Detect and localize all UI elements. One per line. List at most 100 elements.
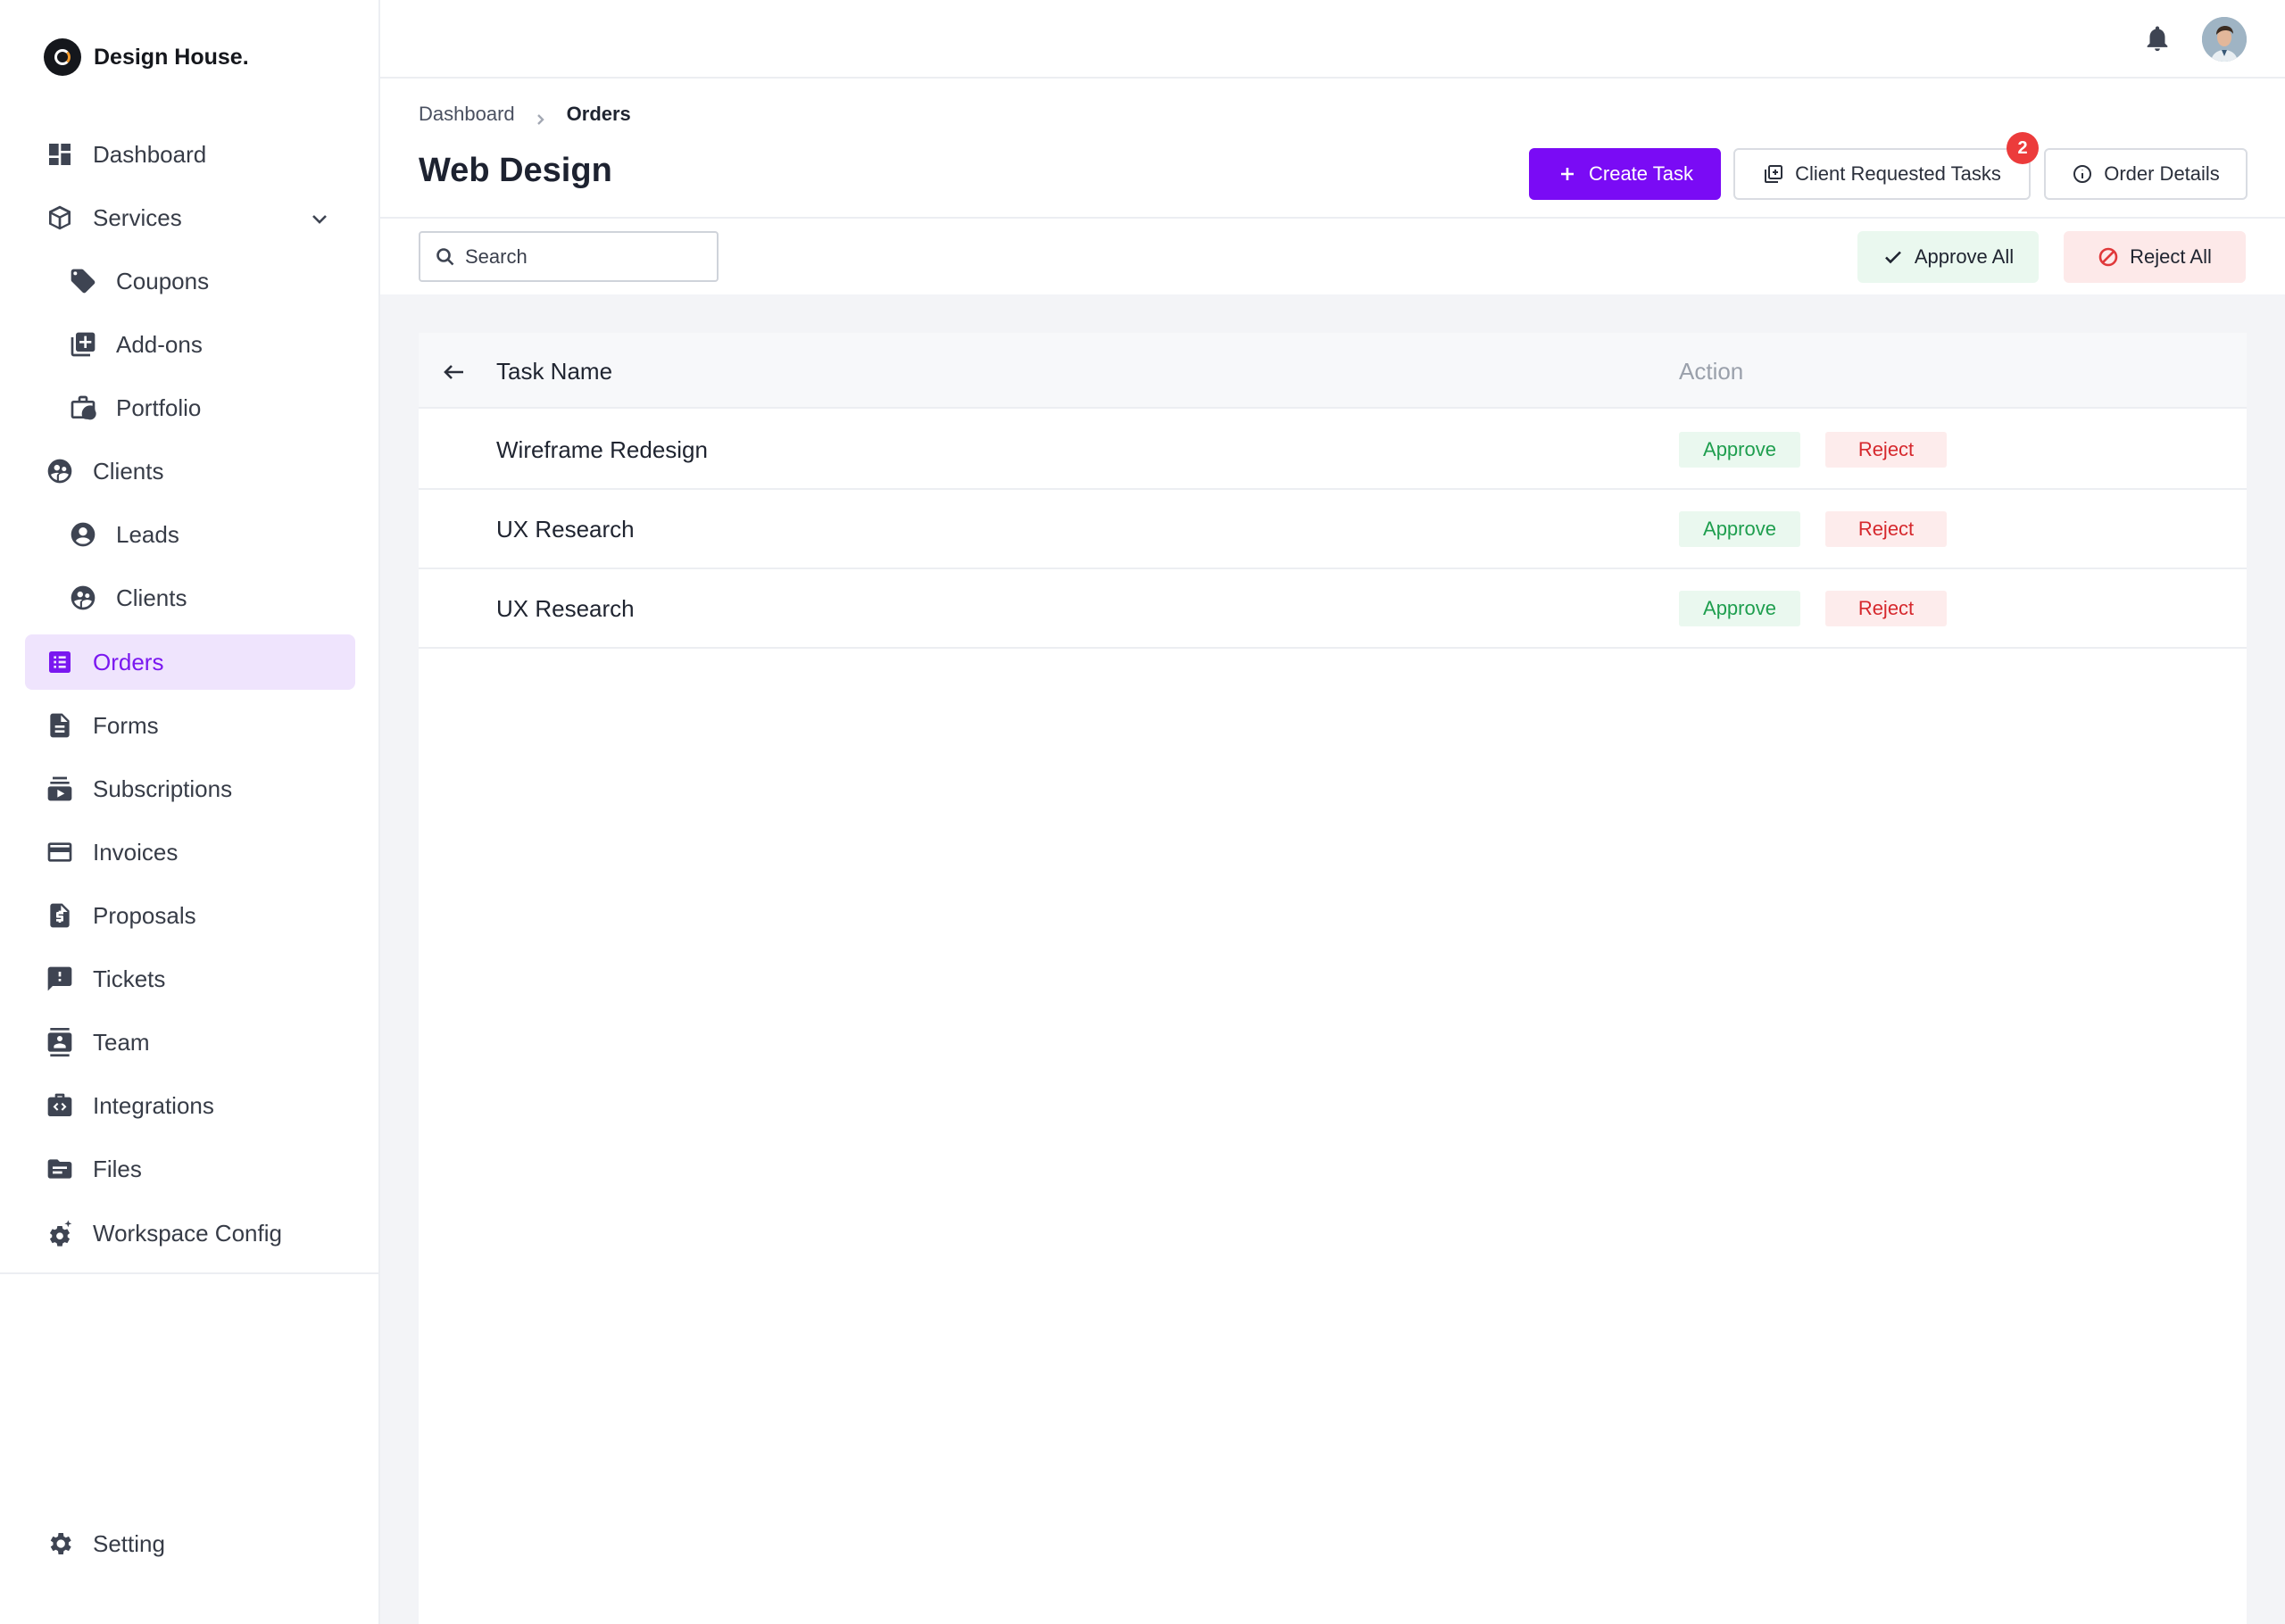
client-requested-tasks-label: Client Requested Tasks xyxy=(1795,162,2001,185)
reject-button[interactable]: Reject xyxy=(1825,591,1947,626)
credit-card-icon xyxy=(45,837,75,867)
subscriptions-icon xyxy=(45,774,75,804)
reject-all-button[interactable]: Reject All xyxy=(2064,231,2246,283)
sidebar-item-label: Portfolio xyxy=(116,394,202,421)
approve-all-button[interactable]: Approve All xyxy=(1857,231,2039,283)
sidebar-item-portfolio[interactable]: Portfolio xyxy=(25,380,355,435)
search-box xyxy=(419,231,719,282)
order-details-button[interactable]: Order Details xyxy=(2044,148,2248,200)
sidebar-item-label: Leads xyxy=(116,520,179,548)
breadcrumb: Dashboard Orders xyxy=(419,100,631,128)
bell-icon[interactable] xyxy=(2142,23,2178,59)
reject-button[interactable]: Reject xyxy=(1825,432,1947,468)
group-icon xyxy=(45,456,75,486)
create-task-button[interactable]: Create Task xyxy=(1529,148,1721,200)
brand[interactable]: Design House. xyxy=(44,37,249,77)
search-icon xyxy=(436,247,454,265)
library-add-icon xyxy=(1765,165,1783,183)
task-name: Wireframe Redesign xyxy=(496,436,708,463)
block-icon xyxy=(2098,247,2118,267)
chevron-down-icon[interactable] xyxy=(309,208,330,229)
sidebar-item-team[interactable]: Team xyxy=(25,1015,355,1070)
dollar-file-icon xyxy=(45,900,75,931)
sidebar-item-label: Invoices xyxy=(93,838,179,866)
table-row: UX Research Approve Reject xyxy=(419,569,2247,649)
tag-icon xyxy=(68,266,98,296)
sidebar-item-setting[interactable]: Setting xyxy=(25,1516,355,1571)
approve-button[interactable]: Approve xyxy=(1679,511,1800,547)
dashboard-icon xyxy=(45,139,75,170)
sidebar-item-label: Setting xyxy=(93,1529,165,1557)
sidebar-item-label: Workspace Config xyxy=(93,1219,282,1247)
sidebar-item-label: Integrations xyxy=(93,1091,214,1119)
tasks-table: Task Name Action Wireframe Redesign Appr… xyxy=(419,333,2247,1624)
sidebar-item-subscriptions[interactable]: Subscriptions xyxy=(25,761,355,816)
document-icon xyxy=(45,710,75,741)
sidebar-item-label: Team xyxy=(93,1028,150,1056)
approve-all-label: Approve All xyxy=(1914,245,2015,268)
sidebar-item-invoices[interactable]: Invoices xyxy=(25,824,355,880)
client-requested-tasks-button[interactable]: Client Requested Tasks xyxy=(1733,148,2031,200)
sidebar-item-orders[interactable]: Orders xyxy=(25,634,355,690)
sidebar-item-label: Services xyxy=(93,203,182,231)
sidebar-item-label: Proposals xyxy=(93,901,196,929)
sidebar-item-coupons[interactable]: Coupons xyxy=(25,253,355,309)
table-header: Task Name Action xyxy=(419,333,2247,409)
reject-button[interactable]: Reject xyxy=(1825,511,1947,547)
sidebar-item-files[interactable]: Files xyxy=(25,1141,355,1197)
notification-count-badge: 2 xyxy=(2007,132,2039,164)
feedback-icon xyxy=(45,964,75,994)
back-arrow-icon[interactable] xyxy=(440,358,469,386)
code-case-icon xyxy=(45,1090,75,1121)
order-details-label: Order Details xyxy=(2104,162,2220,185)
sidebar-item-label: Orders xyxy=(93,648,164,675)
approve-button[interactable]: Approve xyxy=(1679,432,1800,468)
chevron-right-icon xyxy=(535,108,547,125)
sidebar-item-clients-sub[interactable]: Clients xyxy=(25,570,355,626)
sidebar-item-services[interactable]: Services xyxy=(25,190,355,245)
table-row: UX Research Approve Reject xyxy=(419,490,2247,569)
breadcrumb-orders: Orders xyxy=(566,103,631,125)
sidebar-item-integrations[interactable]: Integrations xyxy=(25,1078,355,1133)
cube-icon xyxy=(45,203,75,233)
group-icon xyxy=(68,583,98,613)
search-input[interactable] xyxy=(465,244,697,269)
sidebar-item-clients[interactable]: Clients xyxy=(25,443,355,499)
gear-icon xyxy=(45,1529,75,1559)
sidebar-item-dashboard[interactable]: Dashboard xyxy=(25,127,355,182)
info-icon xyxy=(2073,165,2092,183)
approve-button[interactable]: Approve xyxy=(1679,591,1800,626)
avatar[interactable] xyxy=(2202,17,2247,62)
sidebar-item-label: Forms xyxy=(93,711,159,739)
breadcrumb-dashboard[interactable]: Dashboard xyxy=(419,103,515,126)
reject-all-label: Reject All xyxy=(2130,245,2212,268)
sidebar-item-tickets[interactable]: Tickets xyxy=(25,951,355,1007)
brand-name: Design House. xyxy=(94,44,249,70)
sidebar-divider xyxy=(0,1272,378,1274)
header-divider xyxy=(380,217,2285,219)
plus-icon xyxy=(1561,168,1574,180)
sidebar-item-add-ons[interactable]: Add-ons xyxy=(25,317,355,372)
gear-sparkle-icon xyxy=(45,1218,75,1248)
sidebar-item-label: Dashboard xyxy=(93,140,207,168)
topbar xyxy=(380,0,2285,79)
table-row: Wireframe Redesign Approve Reject xyxy=(419,410,2247,490)
create-task-label: Create Task xyxy=(1589,162,1693,185)
sidebar-item-workspace-config[interactable]: Workspace Config xyxy=(25,1206,355,1261)
sidebar-item-forms[interactable]: Forms xyxy=(25,698,355,753)
task-name: UX Research xyxy=(496,516,635,543)
account-circle-icon xyxy=(68,519,98,550)
sidebar-item-leads[interactable]: Leads xyxy=(25,507,355,562)
sidebar-item-label: Clients xyxy=(116,584,187,611)
check-icon xyxy=(1884,251,1901,264)
sidebar-item-label: Coupons xyxy=(116,267,210,294)
sidebar-item-label: Add-ons xyxy=(116,330,203,358)
sidebar-item-label: Files xyxy=(93,1155,142,1182)
sidebar-item-label: Subscriptions xyxy=(93,775,233,802)
list-box-icon xyxy=(45,647,75,677)
sidebar: Design House. Dashboard Services Coupons… xyxy=(0,0,380,1624)
sidebar-item-proposals[interactable]: Proposals xyxy=(25,888,355,943)
library-add-icon xyxy=(68,329,98,360)
page-title: Web Design xyxy=(419,152,612,189)
contact-card-icon xyxy=(45,1027,75,1057)
